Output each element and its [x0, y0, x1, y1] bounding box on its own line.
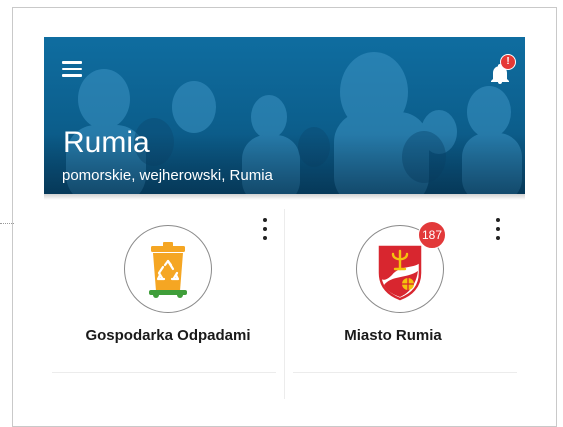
city-title: Rumia	[63, 126, 150, 159]
notification-badge: !	[500, 54, 516, 70]
row-divider	[52, 372, 276, 373]
guide-line	[0, 223, 14, 224]
menu-button[interactable]	[62, 57, 90, 81]
module-tile-waste[interactable]: Gospodarka Odpadami	[44, 209, 284, 369]
module-icon-circle	[124, 225, 212, 313]
city-location: pomorskie, wejherowski, Rumia	[62, 167, 273, 184]
more-options-icon[interactable]	[258, 218, 272, 240]
city-header: ! Rumia pomorskie, wejherowski, Rumia	[44, 37, 525, 194]
module-label: Miasto Rumia	[344, 327, 442, 344]
module-label: Gospodarka Odpadami	[85, 327, 251, 344]
header-shadow	[44, 194, 525, 200]
module-notification-badge: 187	[418, 221, 446, 249]
module-tile-city[interactable]: 187 Miasto Rumia	[285, 209, 525, 369]
hamburger-icon	[62, 61, 82, 64]
app-screen: ! Rumia pomorskie, wejherowski, Rumia Go…	[44, 37, 525, 410]
recycling-bin-icon	[148, 241, 187, 298]
more-options-icon[interactable]	[491, 218, 505, 240]
notifications-button[interactable]: !	[486, 54, 520, 86]
row-divider	[293, 372, 517, 373]
modules-grid: Gospodarka Odpadami 187 Miasto Rumia	[44, 209, 525, 410]
